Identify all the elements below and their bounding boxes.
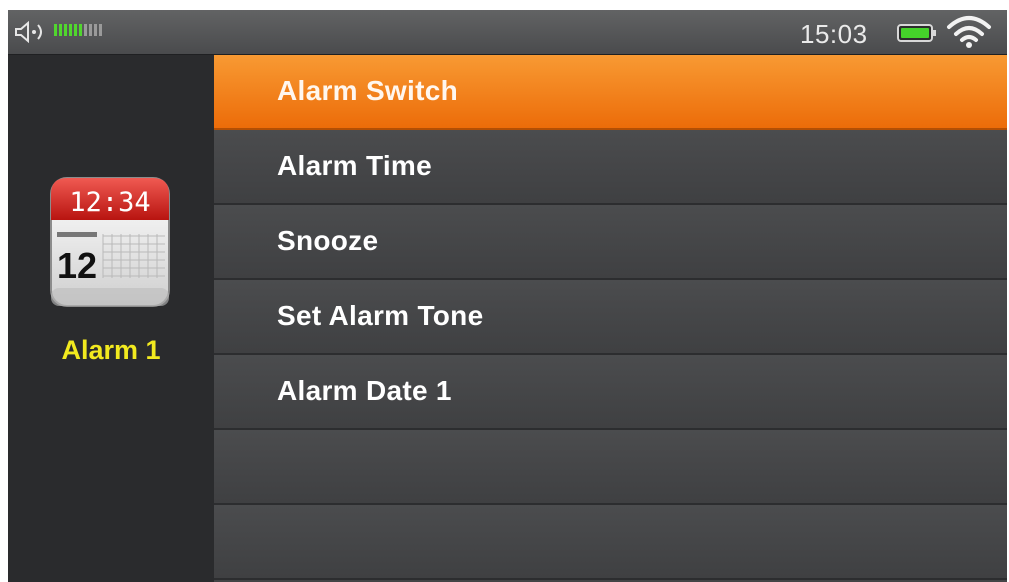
- menu-item-alarm-time[interactable]: Alarm Time: [214, 130, 1007, 205]
- menu-item-label: Alarm Time: [277, 150, 432, 181]
- menu-item-alarm-date-1[interactable]: Alarm Date 1: [214, 355, 1007, 430]
- status-bar: 15:03: [8, 10, 1007, 55]
- menu-item-empty: [214, 505, 1007, 580]
- device-screen: 15:03 12:34 12 Alarm 1 Alarm Switch Alar…: [8, 10, 1007, 582]
- menu-item-empty: [214, 430, 1007, 505]
- speaker-icon[interactable]: [14, 21, 48, 43]
- menu-item-label: Alarm Date 1: [277, 375, 452, 406]
- calendar-clock-icon[interactable]: 12:34 12: [49, 176, 171, 308]
- menu-item-snooze[interactable]: Snooze: [214, 205, 1007, 280]
- wifi-icon[interactable]: [946, 15, 992, 49]
- alarm-name-label: Alarm 1: [61, 335, 161, 365]
- sidebar: 12:34 12 Alarm 1: [8, 55, 214, 582]
- alarm-settings-menu: Alarm Switch Alarm Time Snooze Set Alarm…: [214, 55, 1007, 582]
- menu-item-alarm-switch[interactable]: Alarm Switch: [214, 55, 1007, 130]
- menu-item-label: Snooze: [277, 225, 379, 256]
- menu-item-label: Alarm Switch: [277, 75, 458, 106]
- volume-level-icon[interactable]: [54, 24, 102, 36]
- calendar-icon-time: 12:34: [69, 187, 150, 218]
- status-clock: 15:03: [800, 19, 868, 49]
- menu-item-label: Set Alarm Tone: [277, 300, 484, 331]
- battery-icon: [897, 24, 936, 42]
- menu-item-set-alarm-tone[interactable]: Set Alarm Tone: [214, 280, 1007, 355]
- calendar-icon-day: 12: [57, 245, 97, 286]
